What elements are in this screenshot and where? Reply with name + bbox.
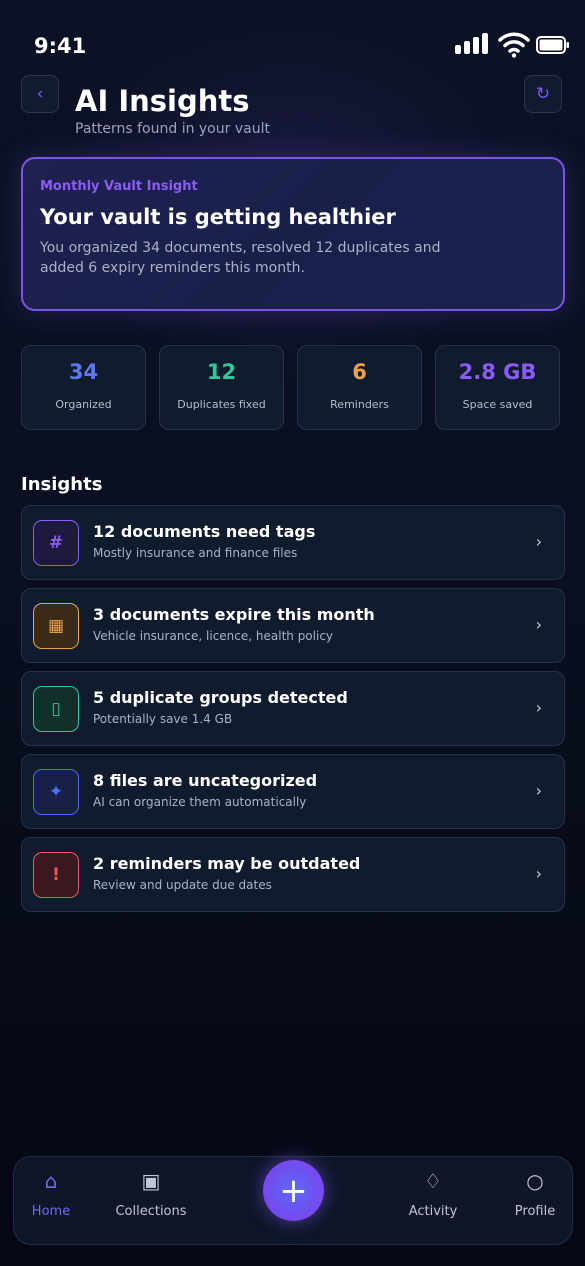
stat-card-reminders: 6 Reminders <box>297 345 422 430</box>
insight-subtitle: Potentially save 1.4 GB <box>93 712 233 726</box>
monthly-insight-card: Monthly Vault Insight Your vault is gett… <box>21 157 565 311</box>
nav-label: Activity <box>408 1204 458 1219</box>
insight-title: 12 documents need tags <box>93 522 316 541</box>
insight-subtitle: AI can organize them automatically <box>93 795 307 809</box>
battery-icon <box>536 36 569 54</box>
insight-subtitle: Mostly insurance and finance files <box>93 546 298 560</box>
chevron-left-icon: ‹ <box>36 84 44 104</box>
refresh-icon: ↻ <box>535 84 551 104</box>
add-button[interactable]: + <box>263 1160 324 1221</box>
insights-section-title: Insights <box>21 474 103 495</box>
refresh-button[interactable]: ↻ <box>524 75 562 113</box>
wifi-icon <box>498 32 530 58</box>
activity-icon: ♢ <box>424 1169 442 1193</box>
insight-subtitle: Review and update due dates <box>93 878 272 892</box>
nav-item-collections[interactable]: ▣ Collections <box>106 1157 196 1246</box>
insight-subtitle: Vehicle insurance, licence, health polic… <box>93 629 334 643</box>
status-time: 9:41 <box>34 34 87 58</box>
stat-card-organized: 34 Organized <box>21 345 146 430</box>
page-title: AI Insights <box>75 84 250 118</box>
stat-label: Space saved <box>462 398 533 411</box>
stat-value: 34 <box>68 360 99 384</box>
chevron-right-icon: › <box>535 864 542 883</box>
profile-icon: ○ <box>526 1169 544 1193</box>
hero-eyebrow: Monthly Vault Insight <box>40 179 198 194</box>
stat-value: 2.8 GB <box>458 360 537 384</box>
stat-label: Duplicates fixed <box>177 398 266 411</box>
calendar-icon: ▦ <box>33 603 79 649</box>
nav-item-home[interactable]: ⌂ Home <box>6 1157 96 1246</box>
sparkle-icon: ✦ <box>33 769 79 815</box>
nav-label: Home <box>31 1204 71 1219</box>
chevron-right-icon: › <box>535 781 542 800</box>
insight-title: 2 reminders may be outdated <box>93 854 361 873</box>
stat-label: Reminders <box>330 398 389 411</box>
nav-label: Profile <box>514 1204 556 1219</box>
copy-icon: ▯ <box>33 686 79 732</box>
stat-value: 6 <box>352 360 367 384</box>
hero-title: Your vault is getting healthier <box>40 205 396 229</box>
alert-icon: ! <box>33 852 79 898</box>
collections-icon: ▣ <box>141 1169 161 1193</box>
signal-icon <box>455 32 489 54</box>
nav-item-profile[interactable]: ○ Profile <box>490 1157 580 1246</box>
chevron-right-icon: › <box>535 532 542 551</box>
stat-card-space-saved: 2.8 GB Space saved <box>435 345 560 430</box>
insight-row[interactable]: # 12 documents need tags Mostly insuranc… <box>21 505 565 580</box>
hero-body: You organized 34 documents, resolved 12 … <box>40 240 441 276</box>
insight-row[interactable]: ▦ 3 documents expire this month Vehicle … <box>21 588 565 663</box>
insight-row[interactable]: ▯ 5 duplicate groups detected Potentiall… <box>21 671 565 746</box>
stat-card-duplicates: 12 Duplicates fixed <box>159 345 284 430</box>
back-button[interactable]: ‹ <box>21 75 59 113</box>
home-icon: ⌂ <box>44 1169 58 1193</box>
insight-title: 3 documents expire this month <box>93 605 375 624</box>
bottom-nav: ⌂ Home ▣ Collections + ♢ Activity ○ Prof… <box>13 1156 573 1245</box>
insight-row[interactable]: ✦ 8 files are uncategorized AI can organ… <box>21 754 565 829</box>
insight-title: 5 duplicate groups detected <box>93 688 348 707</box>
nav-label: Collections <box>115 1204 187 1219</box>
plus-icon: + <box>279 1170 308 1211</box>
chevron-right-icon: › <box>535 698 542 717</box>
nav-item-activity[interactable]: ♢ Activity <box>388 1157 478 1246</box>
insight-row[interactable]: ! 2 reminders may be outdated Review and… <box>21 837 565 912</box>
insight-title: 8 files are uncategorized <box>93 771 318 790</box>
stat-value: 12 <box>206 360 237 384</box>
hashtag-icon: # <box>33 520 79 566</box>
chevron-right-icon: › <box>535 615 542 634</box>
page-subtitle: Patterns found in your vault <box>75 121 270 137</box>
status-bar: 9:41 <box>0 0 585 70</box>
stat-label: Organized <box>55 398 112 411</box>
